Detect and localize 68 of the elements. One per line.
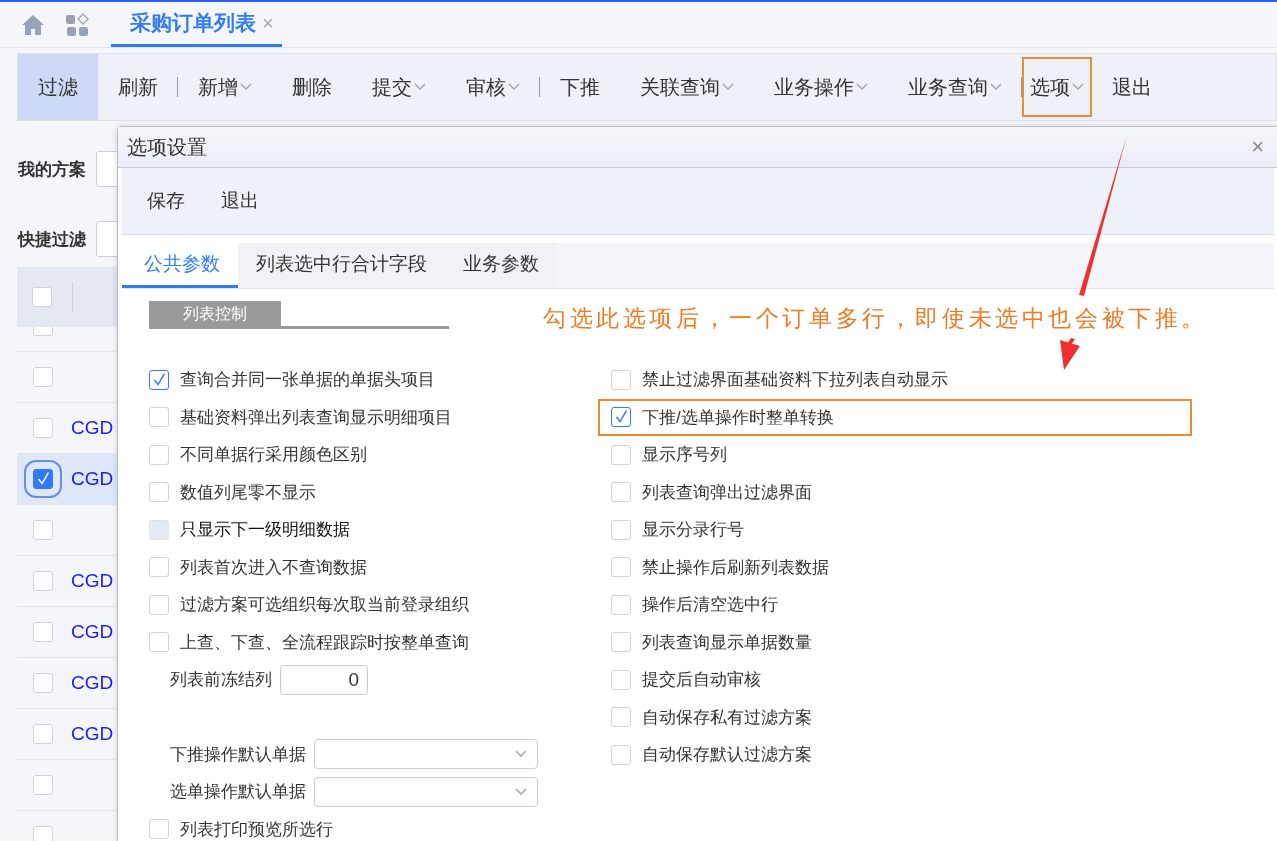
number-field[interactable]: 0 (280, 664, 368, 695)
toolbar-button[interactable]: 审核 (446, 54, 540, 120)
chevron-down-icon (515, 787, 527, 796)
field-label: 选单操作默认单据 (170, 781, 306, 804)
checkbox[interactable] (149, 369, 169, 390)
toolbar-button[interactable]: 下推 (540, 54, 620, 120)
chevron-down-icon (414, 83, 426, 91)
option-label: 列表打印预览所选行 (180, 818, 333, 841)
option-label: 上查、下查、全流程跟踪时按整单查询 (180, 631, 469, 654)
checkbox[interactable] (611, 407, 631, 428)
toolbar-button[interactable]: 业务查询 (888, 54, 1022, 120)
toolbar-button[interactable]: 刷新 (98, 54, 178, 120)
option-label: 基础资料弹出列表查询显示明细项目 (180, 406, 452, 429)
option-label: 不同单据行采用颜色区别 (180, 444, 367, 467)
dialog-title: 选项设置 (127, 134, 207, 160)
dialog-button[interactable]: 退出 (221, 188, 259, 214)
order-code[interactable]: CGD (71, 621, 114, 643)
chevron-down-icon (508, 83, 520, 91)
toolbar-button[interactable]: 新增 (178, 54, 272, 120)
option-label: 过滤方案可选组织每次取当前登录组织 (180, 594, 469, 617)
dialog-tab[interactable]: 公共参数 (122, 243, 238, 288)
option-label: 列表首次进入不查询数据 (180, 556, 367, 579)
page-tab[interactable]: 采购订单列表 × (111, 2, 282, 47)
option-label: 禁止过滤界面基础资料下拉列表自动显示 (642, 369, 948, 392)
apps-icon[interactable] (65, 12, 89, 37)
option-label: 下推/选单操作时整单转换 (642, 406, 834, 429)
option-label: 只显示下一级明细数据 (180, 519, 350, 542)
order-code[interactable]: CGD (71, 417, 114, 439)
filter-label: 快捷过滤 (18, 228, 86, 251)
option-label: 查询合并同一张单据的单据头项目 (180, 369, 435, 392)
dropdown-field[interactable] (314, 776, 538, 807)
option-label: 自动保存默认过滤方案 (642, 744, 812, 767)
filter-label: 我的方案 (18, 158, 86, 181)
dialog-tab[interactable]: 业务参数 (445, 243, 557, 288)
dialog-tab[interactable]: 列表选中行合计字段 (238, 243, 445, 288)
toolbar-button[interactable]: 关联查询 (620, 54, 754, 120)
option-label: 操作后清空选中行 (642, 594, 778, 617)
annotation-text: 勾选此选项后，一个订单多行，即使未选中也会被下推。 (543, 305, 1208, 333)
order-code[interactable]: CGD (71, 672, 114, 694)
field-label: 列表前冻结列 (170, 669, 272, 692)
chevron-down-icon (1072, 83, 1084, 91)
toolbar-button[interactable]: 选项 (1022, 57, 1092, 117)
option-label: 列表查询显示单据数量 (642, 631, 812, 654)
option-label: 数值列尾零不显示 (180, 481, 316, 504)
chevron-down-icon (240, 83, 252, 91)
option-label: 提交后自动审核 (642, 669, 761, 692)
order-code[interactable]: CGD (71, 570, 114, 592)
toolbar-button[interactable]: 过滤 (18, 54, 98, 120)
option-label: 禁止操作后刷新列表数据 (642, 556, 829, 579)
chevron-down-icon (990, 83, 1002, 91)
option-label: 自动保存私有过滤方案 (642, 706, 812, 729)
toolbar-button[interactable]: 删除 (272, 54, 352, 120)
dialog-button[interactable]: 保存 (147, 188, 185, 214)
chevron-down-icon (856, 83, 868, 91)
toolbar-button[interactable]: 业务操作 (754, 54, 888, 120)
order-code[interactable]: CGD (71, 468, 114, 490)
dropdown-field[interactable] (314, 739, 538, 770)
section-label: 列表控制 (149, 301, 281, 326)
option-label: 列表查询弹出过滤界面 (642, 481, 812, 504)
toolbar-button[interactable]: 退出 (1092, 54, 1172, 120)
toolbar-button[interactable]: 提交 (352, 54, 446, 120)
chevron-down-icon (515, 750, 527, 759)
order-code[interactable]: CGD (71, 723, 114, 745)
option-label: 显示分录行号 (642, 519, 744, 542)
chevron-down-icon (722, 83, 734, 91)
field-label: 下推操作默认单据 (170, 743, 306, 766)
option-label: 显示序号列 (642, 444, 727, 467)
home-icon[interactable] (21, 13, 45, 36)
